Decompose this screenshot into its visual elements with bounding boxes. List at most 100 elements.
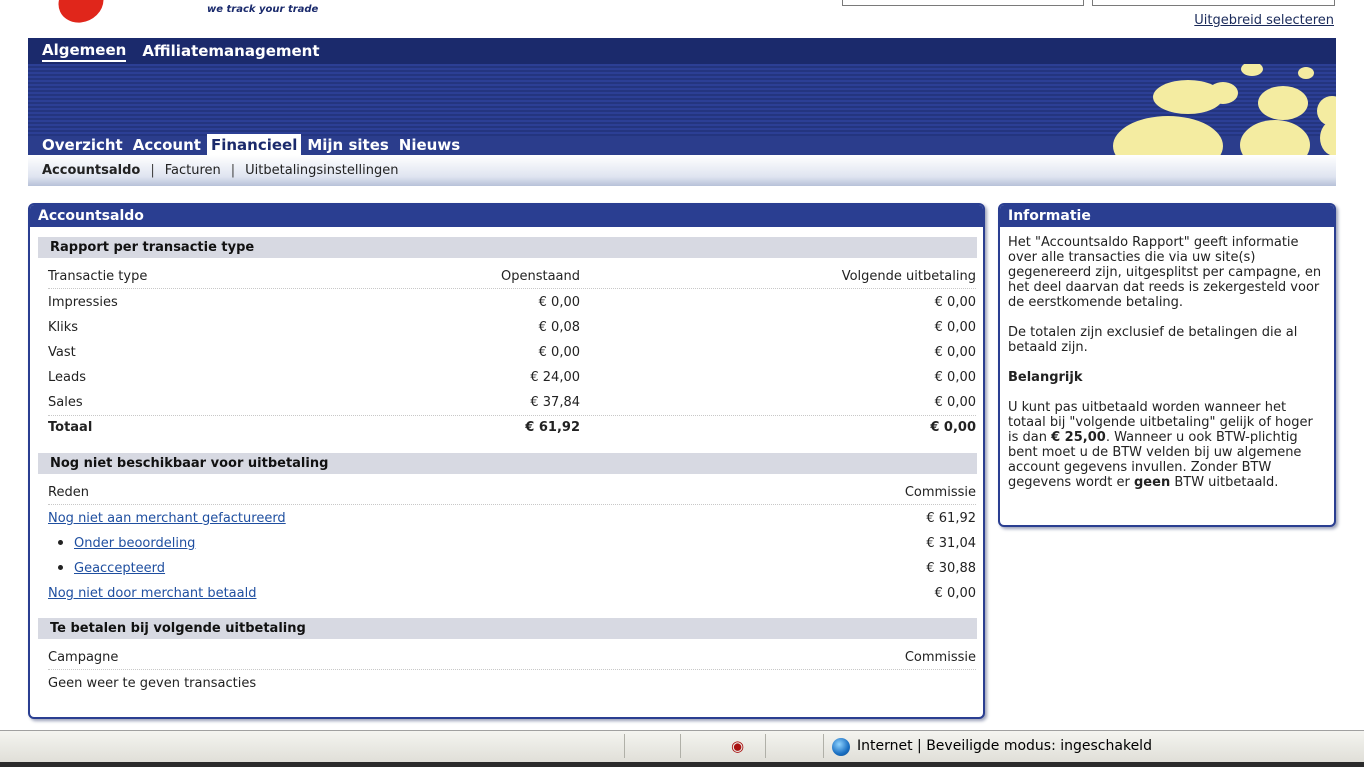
subnav-separator: | bbox=[150, 163, 155, 178]
info-panel: Informatie Het "Accountsaldo Rapport" ge… bbox=[998, 203, 1336, 527]
status-divider bbox=[823, 734, 824, 758]
info-amount: € 25,00 bbox=[1051, 430, 1106, 445]
decor-dot bbox=[1258, 86, 1308, 120]
col-header-type: Transactie type bbox=[48, 269, 148, 284]
col-header-openstaand: Openstaand bbox=[500, 269, 580, 284]
security-zone-text[interactable]: Internet | Beveiligde modus: ingeschakel… bbox=[857, 738, 1152, 754]
tab-account[interactable]: Account bbox=[129, 134, 205, 155]
table-row: Geaccepteerd € 30,88 bbox=[48, 557, 976, 581]
decor-dot bbox=[1153, 80, 1223, 114]
col-header-commissie: Commissie bbox=[904, 485, 976, 500]
cell-type: Leads bbox=[48, 370, 87, 385]
cell-openstaand: € 24,00 bbox=[530, 370, 580, 385]
info-paragraph: Het "Accountsaldo Rapport" geeft informa… bbox=[1008, 235, 1322, 310]
table-row: Impressies € 0,00 € 0,00 bbox=[48, 291, 976, 315]
main-nav-affiliatemanagement[interactable]: Affiliatemanagement bbox=[142, 42, 319, 60]
link-accepted[interactable]: Geaccepteerd bbox=[74, 561, 165, 576]
link-under-review[interactable]: Onder beoordeling bbox=[74, 536, 195, 551]
tab-mijn-sites[interactable]: Mijn sites bbox=[303, 134, 392, 155]
tab-financieel[interactable]: Financieel bbox=[206, 134, 302, 155]
subnav-accountsaldo[interactable]: Accountsaldo bbox=[42, 163, 140, 178]
cell-commissie: € 30,88 bbox=[926, 561, 976, 576]
info-paragraph: De totalen zijn exclusief de betalingen … bbox=[1008, 325, 1298, 355]
decor-dot bbox=[1298, 67, 1314, 79]
status-divider bbox=[624, 734, 625, 758]
section-title: Rapport per transactie type bbox=[38, 237, 977, 258]
empty-message: Geen weer te geven transacties bbox=[48, 672, 976, 696]
cell-total-label: Totaal bbox=[48, 420, 93, 435]
cell-openstaand: € 37,84 bbox=[530, 395, 580, 410]
info-text: BTW uitbetaald. bbox=[1170, 475, 1279, 490]
info-important-heading: Belangrijk bbox=[1008, 370, 1326, 385]
section-tabs: Overzicht Account Financieel Mijn sites … bbox=[28, 133, 466, 155]
cell-openstaand: € 0,00 bbox=[538, 295, 580, 310]
filter-select-1[interactable] bbox=[842, 0, 1084, 6]
cell-openstaand: € 0,00 bbox=[538, 345, 580, 360]
bullet-icon bbox=[58, 540, 63, 545]
link-not-invoiced[interactable]: Nog niet aan merchant gefactureerd bbox=[48, 511, 286, 526]
info-paragraph: U kunt pas uitbetaald worden wanneer het… bbox=[1008, 400, 1326, 490]
cell-type: Vast bbox=[48, 345, 76, 360]
col-header-reden: Reden bbox=[48, 485, 89, 500]
total-row: Totaal € 61,92 € 0,00 bbox=[48, 415, 976, 439]
status-divider bbox=[765, 734, 766, 758]
subnav-facturen[interactable]: Facturen bbox=[165, 163, 221, 178]
cell-commissie: € 31,04 bbox=[926, 536, 976, 551]
cell-type: Kliks bbox=[48, 320, 79, 335]
bullet-icon bbox=[58, 565, 63, 570]
table-row: Vast € 0,00 € 0,00 bbox=[48, 341, 976, 365]
cell-openstaand: € 0,08 bbox=[538, 320, 580, 335]
cell-type: Sales bbox=[48, 395, 83, 410]
cell-commissie: € 0,00 bbox=[934, 586, 976, 601]
subnav-separator: | bbox=[230, 163, 236, 178]
table-row: Leads € 24,00 € 0,00 bbox=[48, 366, 976, 390]
main-nav: Algemeen Affiliatemanagement bbox=[28, 38, 1336, 64]
cell-commissie: € 61,92 bbox=[926, 511, 976, 526]
advanced-select-link[interactable]: Uitgebreid selecteren bbox=[1194, 13, 1334, 28]
privacy-icon[interactable]: ◉ bbox=[731, 737, 751, 755]
decor-dot bbox=[1241, 62, 1263, 76]
empty-text: Geen weer te geven transacties bbox=[48, 676, 257, 691]
info-panel-title: Informatie bbox=[1000, 205, 1334, 227]
link-not-paid[interactable]: Nog niet door merchant betaald bbox=[48, 586, 256, 601]
cell-type: Impressies bbox=[48, 295, 118, 310]
subnav-uitbetalingsinstellingen[interactable]: Uitbetalingsinstellingen bbox=[245, 163, 398, 178]
cell-volgende: € 0,00 bbox=[934, 295, 976, 310]
section-title: Te betalen bij volgende uitbetaling bbox=[38, 618, 977, 639]
main-nav-algemeen[interactable]: Algemeen bbox=[42, 41, 127, 62]
col-header-commissie: Commissie bbox=[904, 650, 976, 665]
table-row: Onder beoordeling € 31,04 bbox=[48, 532, 976, 556]
account-balance-panel: Accountsaldo Rapport per transactie type… bbox=[28, 203, 985, 719]
top-strip: we track your trade Uitgebreid selectere… bbox=[0, 0, 1364, 38]
tab-nieuws[interactable]: Nieuws bbox=[395, 134, 464, 155]
table-row: Kliks € 0,08 € 0,00 bbox=[48, 316, 976, 340]
table-header-row: Transactie type Openstaand Volgende uitb… bbox=[48, 265, 976, 289]
table-row: Nog niet door merchant betaald € 0,00 bbox=[48, 582, 976, 606]
subnav: Accountsaldo | Facturen | Uitbetalingsin… bbox=[28, 155, 1336, 186]
browser-status-bar: ◉ Internet | Beveiligde modus: ingeschak… bbox=[0, 730, 1364, 762]
table-row: Nog niet aan merchant gefactureerd € 61,… bbox=[48, 507, 976, 531]
panel-title: Accountsaldo bbox=[30, 205, 983, 227]
col-header-campagne: Campagne bbox=[48, 650, 119, 665]
info-emphasis: geen bbox=[1134, 475, 1171, 490]
logo-tagline: we track your trade bbox=[207, 4, 319, 15]
table-row: Sales € 37,84 € 0,00 bbox=[48, 391, 976, 415]
table-header-row: Campagne Commissie bbox=[48, 646, 976, 670]
taskbar bbox=[0, 762, 1364, 767]
cell-volgende: € 0,00 bbox=[934, 320, 976, 335]
info-body: Het "Accountsaldo Rapport" geeft informa… bbox=[1000, 227, 1334, 490]
cell-volgende: € 0,00 bbox=[934, 345, 976, 360]
filter-select-2[interactable] bbox=[1092, 0, 1335, 6]
cell-total-volgende: € 0,00 bbox=[930, 420, 976, 435]
browser-page: we track your trade Uitgebreid selectere… bbox=[0, 0, 1364, 767]
logo-icon bbox=[51, 0, 111, 30]
cell-volgende: € 0,00 bbox=[934, 370, 976, 385]
section-title: Nog niet beschikbaar voor uitbetaling bbox=[38, 453, 977, 474]
col-header-volgende: Volgende uitbetaling bbox=[841, 269, 976, 284]
globe-icon bbox=[832, 738, 850, 756]
important-label: Belangrijk bbox=[1008, 370, 1083, 385]
table-header-row: Reden Commissie bbox=[48, 481, 976, 505]
status-divider bbox=[680, 734, 681, 758]
tab-overzicht[interactable]: Overzicht bbox=[38, 134, 127, 155]
site-header: Algemeen Affiliatemanagement Overzicht A… bbox=[28, 38, 1336, 186]
